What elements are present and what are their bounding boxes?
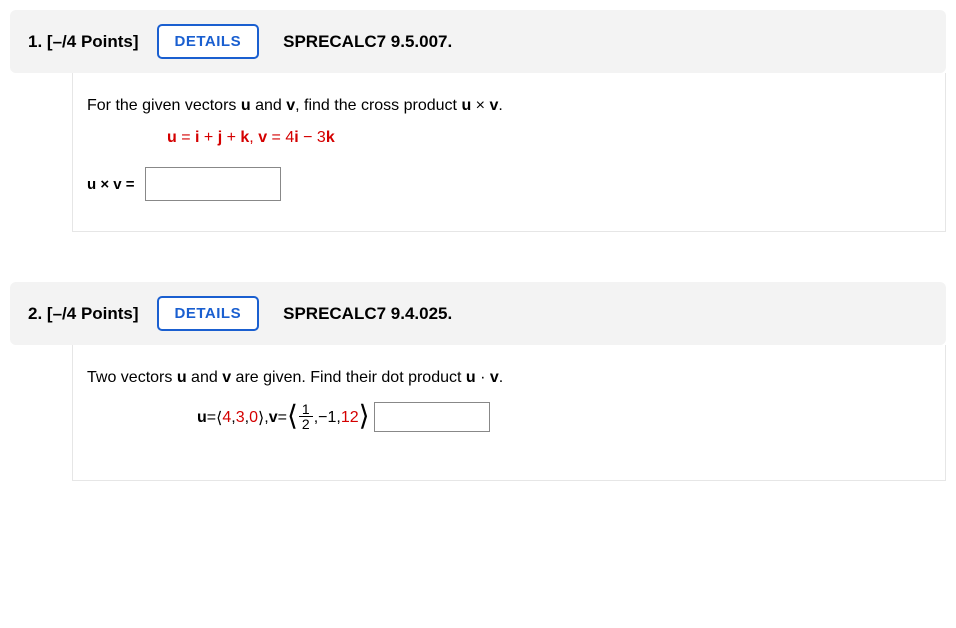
equation-row: u = i + j + k, v = 4i − 3k	[167, 129, 931, 147]
answer-input[interactable]	[145, 167, 281, 201]
u: u	[87, 176, 96, 193]
question-prompt: Two vectors u and v are given. Find thei…	[87, 369, 931, 387]
cross-sym: ×	[96, 176, 113, 193]
denominator: 2	[299, 417, 313, 432]
u: u	[197, 409, 207, 427]
details-button[interactable]: DETAILS	[157, 296, 260, 331]
v-sym: v	[286, 97, 295, 114]
details-button[interactable]: DETAILS	[157, 24, 260, 59]
points-label: [–/4 Points]	[47, 32, 139, 51]
t: For the given vectors	[87, 97, 241, 114]
numerator: 1	[299, 402, 313, 417]
t: .	[498, 97, 502, 114]
v: v	[113, 176, 121, 193]
t: +	[199, 129, 217, 146]
u-sym: u	[466, 369, 476, 386]
u-sym: u	[177, 369, 187, 386]
n: 0	[249, 409, 258, 427]
u-sym: u	[241, 97, 251, 114]
t: =	[177, 129, 195, 146]
question-reference: SPRECALC7 9.5.007.	[283, 32, 452, 52]
angle-close-big: ⟩	[359, 399, 370, 432]
answer-row: u × v =	[87, 167, 931, 201]
t: 3	[317, 129, 326, 146]
t: −	[299, 129, 317, 146]
t: 4	[285, 129, 294, 146]
question-header: 2. [–/4 Points] DETAILS SPRECALC7 9.4.02…	[10, 282, 946, 345]
n: 3	[236, 409, 245, 427]
question-prompt: For the given vectors u and v, find the …	[87, 97, 931, 115]
cross-sym: ×	[471, 97, 489, 114]
question-2: 2. [–/4 Points] DETAILS SPRECALC7 9.4.02…	[10, 282, 946, 481]
n: 12	[341, 409, 359, 427]
question-reference: SPRECALC7 9.4.025.	[283, 304, 452, 324]
answer-input[interactable]	[374, 402, 490, 432]
dot-sym: ·	[476, 369, 490, 386]
k: k	[326, 129, 335, 146]
v: v	[258, 129, 267, 146]
question-number: 2. [–/4 Points]	[28, 304, 139, 324]
t: , find the cross product	[295, 97, 461, 114]
v-sym: v	[222, 369, 231, 386]
t: =	[267, 129, 285, 146]
fraction: 12	[299, 402, 313, 432]
n: 4	[222, 409, 231, 427]
t: and	[187, 369, 223, 386]
question-1: 1. [–/4 Points] DETAILS SPRECALC7 9.5.00…	[10, 10, 946, 232]
t: and	[251, 97, 287, 114]
question-body: For the given vectors u and v, find the …	[72, 73, 946, 232]
equation-row: u = ⟨4, 3, 0⟩, v = ⟨12, −1, 12⟩	[197, 401, 370, 434]
k: k	[240, 129, 249, 146]
u-sym: u	[461, 97, 471, 114]
t: +	[222, 129, 240, 146]
qnum: 1.	[28, 32, 42, 51]
t: Two vectors	[87, 369, 177, 386]
answer-label: u × v =	[87, 176, 135, 193]
t: ,	[249, 129, 258, 146]
v: v	[269, 409, 278, 427]
points-label: [–/4 Points]	[47, 304, 139, 323]
question-header: 1. [–/4 Points] DETAILS SPRECALC7 9.5.00…	[10, 10, 946, 73]
eq: =	[122, 176, 135, 193]
u: u	[167, 129, 177, 146]
question-body: Two vectors u and v are given. Find thei…	[72, 345, 946, 481]
t: .	[499, 369, 503, 386]
t: =	[278, 409, 287, 427]
t: =	[207, 409, 216, 427]
n: −1	[318, 409, 336, 427]
qnum: 2.	[28, 304, 42, 323]
angle-open-big: ⟨	[287, 399, 298, 432]
v-sym: v	[490, 369, 499, 386]
question-number: 1. [–/4 Points]	[28, 32, 139, 52]
t: are given. Find their dot product	[231, 369, 466, 386]
